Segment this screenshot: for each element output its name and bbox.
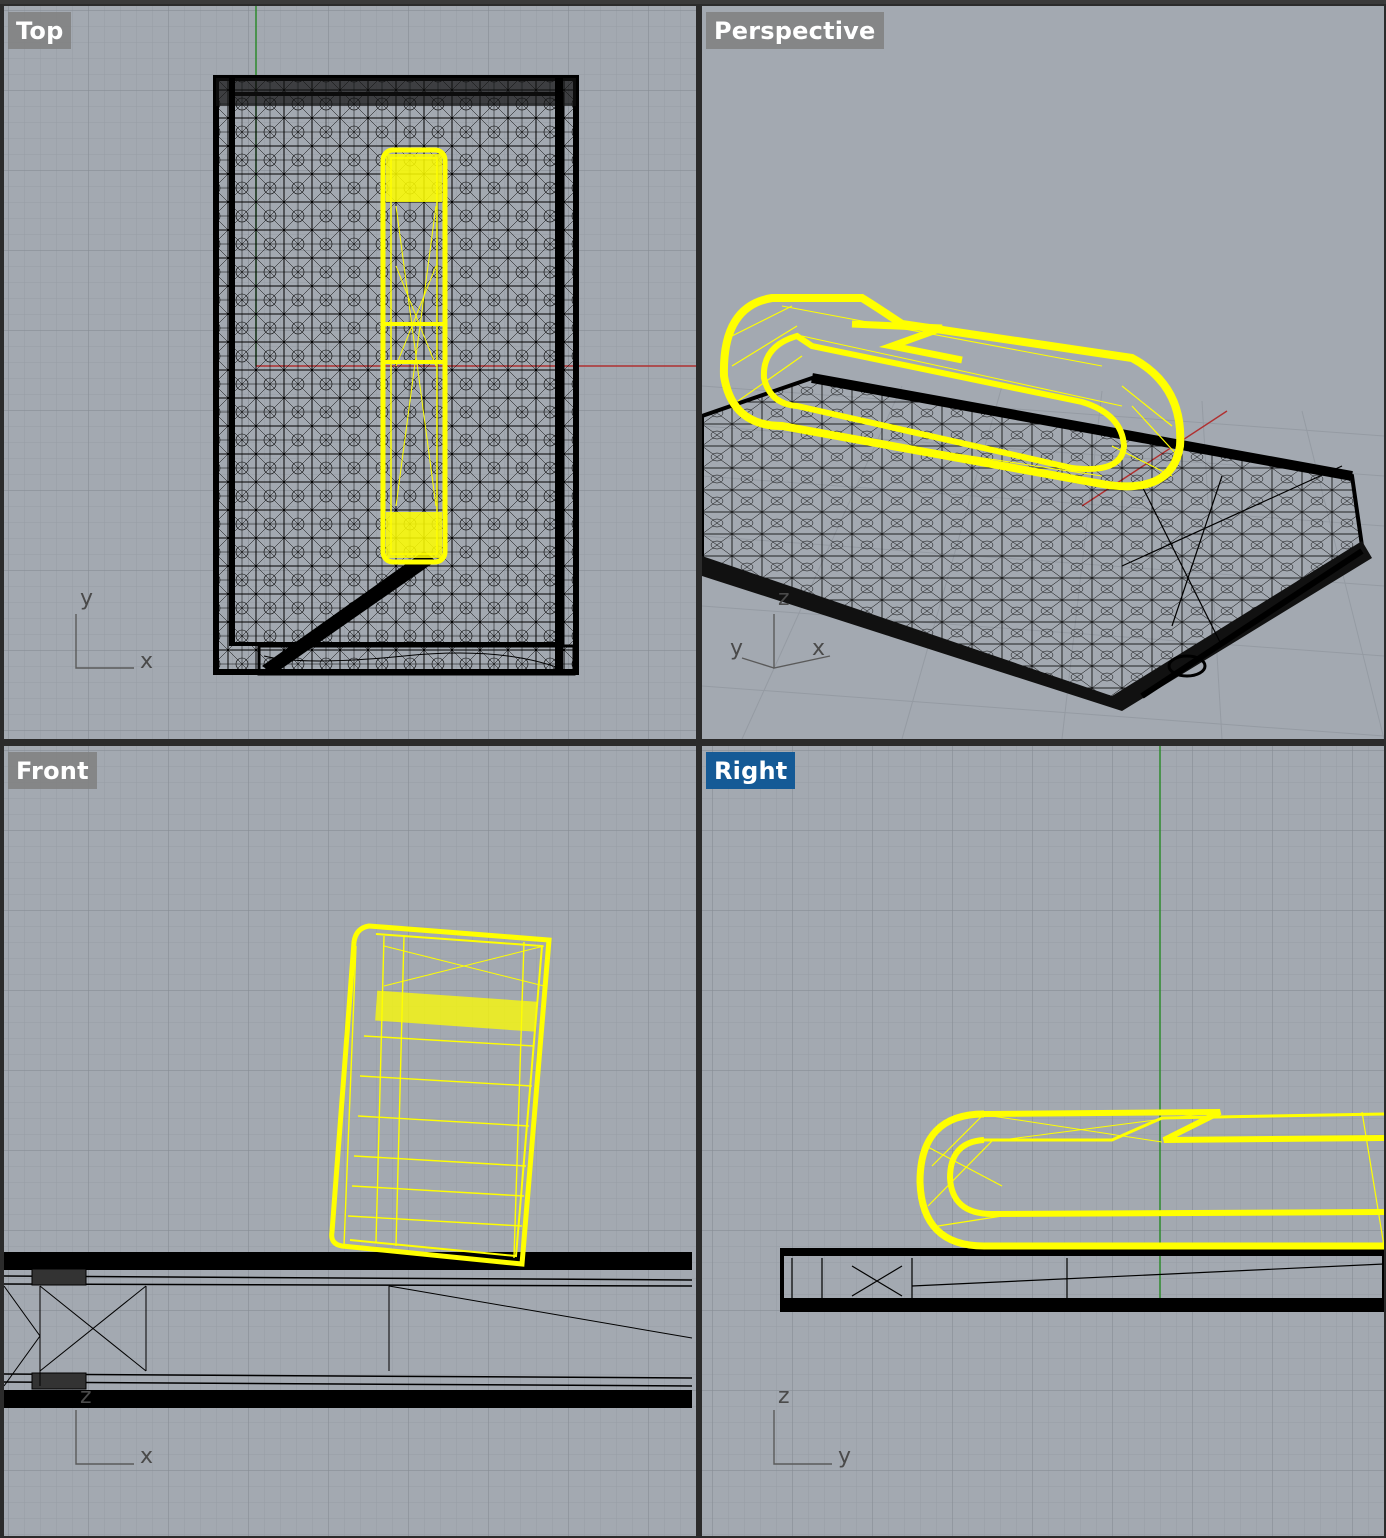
axis-label-z: z <box>778 1384 790 1409</box>
viewport-title[interactable]: Top <box>8 12 72 49</box>
axis-label-y: y <box>730 636 744 661</box>
viewport-top[interactable]: Top y x <box>4 6 696 739</box>
viewport-right[interactable]: Right z y <box>702 746 1384 1536</box>
axis-label-x: x <box>140 649 154 674</box>
top-view-canvas <box>4 6 696 739</box>
viewport-front[interactable]: Front z x <box>4 746 696 1536</box>
viewport-title[interactable]: Front <box>8 752 97 789</box>
axis-label-x: x <box>812 636 826 661</box>
viewport-title-active[interactable]: Right <box>706 752 796 789</box>
axis-label-y: y <box>838 1444 852 1469</box>
window-top-border <box>0 0 1386 4</box>
axis-label-x: x <box>140 1444 154 1469</box>
axis-label-y: y <box>80 586 94 611</box>
viewport-title[interactable]: Perspective <box>706 12 884 49</box>
perspective-view-canvas <box>702 6 1384 739</box>
axis-label-z: z <box>778 586 790 611</box>
axis-label-z: z <box>80 1384 92 1409</box>
front-view-canvas <box>4 746 696 1536</box>
viewport-perspective[interactable]: Perspective z y x <box>702 6 1384 739</box>
right-view-canvas <box>702 746 1384 1536</box>
